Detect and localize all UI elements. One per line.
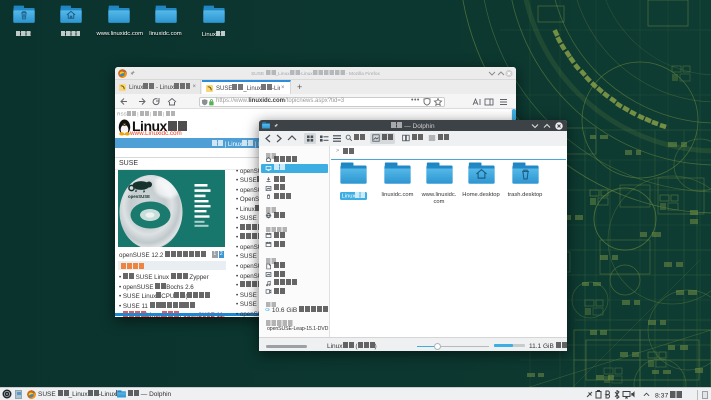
svg-text:openSUSE: openSUSE — [128, 194, 150, 199]
